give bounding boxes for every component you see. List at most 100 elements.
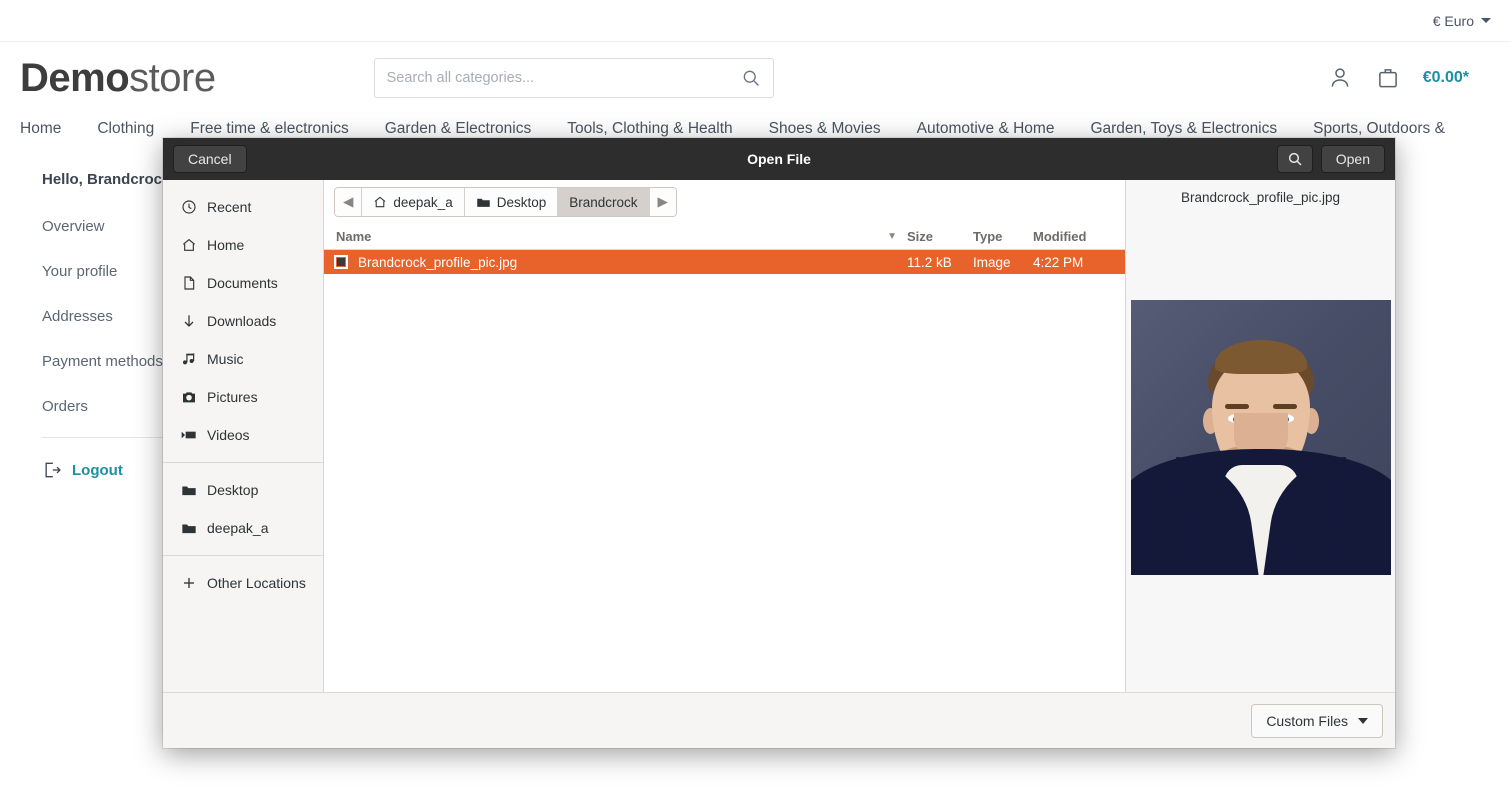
nav-item-clothing[interactable]: Clothing [97, 120, 154, 138]
nav-item-garden-electronics[interactable]: Garden & Electronics [385, 120, 531, 138]
breadcrumb-next-button[interactable]: ▶ [649, 188, 676, 216]
file-name: Brandcrock_profile_pic.jpg [358, 254, 518, 270]
search-icon[interactable] [741, 68, 761, 88]
place-label: Other Locations [207, 575, 306, 591]
column-label: Name [336, 229, 372, 244]
preview-filename: Brandcrock_profile_pic.jpg [1180, 190, 1341, 205]
dialog-footer: Custom Files [163, 692, 1395, 748]
site-logo[interactable]: Demostore [20, 56, 216, 101]
header-actions: €0.00* [1327, 65, 1491, 91]
site-header: Demostore €0.00* [0, 42, 1511, 114]
column-header-modified[interactable]: Modified [1033, 229, 1125, 244]
camera-icon [181, 389, 197, 405]
breadcrumb-label: Brandcrock [569, 194, 638, 210]
cart-total[interactable]: €0.00* [1423, 69, 1469, 87]
chevron-down-icon [1358, 717, 1368, 724]
video-icon [181, 427, 197, 443]
places-divider-1 [163, 462, 323, 463]
file-list[interactable]: Brandcrock_profile_pic.jpg 11.2 kB Image… [324, 250, 1125, 692]
file-type: Image [973, 254, 1011, 270]
image-file-icon [334, 255, 348, 269]
breadcrumb-item-brandcrock[interactable]: Brandcrock [558, 188, 650, 216]
breadcrumb: ◀ deepak_a Desktop Brandcrock ▶ [334, 187, 677, 217]
music-note-icon [181, 351, 197, 367]
preview-pane: Brandcrock_profile_pic.jpg [1125, 180, 1395, 692]
file-list-header: Name ▼ Size Type Modified [324, 224, 1125, 250]
open-file-dialog: Cancel Open File Open Recent Home Docume… [163, 138, 1395, 748]
pathbar-row: ◀ deepak_a Desktop Brandcrock ▶ [324, 180, 1125, 224]
place-item-pictures[interactable]: Pictures [163, 378, 323, 416]
dialog-title: Open File [747, 151, 811, 167]
dialog-search-button[interactable] [1276, 145, 1313, 173]
search-box[interactable] [373, 58, 774, 98]
plus-icon [181, 575, 197, 591]
nav-item-sports[interactable]: Sports, Outdoors & [1313, 120, 1445, 138]
place-label: Music [207, 351, 244, 367]
nav-item-garden-toys[interactable]: Garden, Toys & Electronics [1090, 120, 1277, 138]
nav-item-shoes[interactable]: Shoes & Movies [769, 120, 881, 138]
dialog-titlebar-actions: Open [1276, 145, 1385, 173]
place-item-videos[interactable]: Videos [163, 416, 323, 454]
place-item-other-locations[interactable]: Other Locations [163, 564, 323, 602]
place-item-documents[interactable]: Documents [163, 264, 323, 302]
breadcrumb-item-desktop[interactable]: Desktop [464, 188, 559, 216]
cart-bag-icon[interactable] [1375, 65, 1401, 91]
place-item-music[interactable]: Music [163, 340, 323, 378]
nav-item-freetime[interactable]: Free time & electronics [190, 120, 349, 138]
search-icon [1288, 152, 1302, 166]
chevron-down-icon [1481, 18, 1491, 23]
file-browser-pane: ◀ deepak_a Desktop Brandcrock ▶ Name ▼ S… [324, 180, 1125, 692]
places-divider-2 [163, 555, 323, 556]
breadcrumb-label: Desktop [496, 194, 547, 210]
file-name-cell: Brandcrock_profile_pic.jpg [324, 255, 907, 270]
column-header-type[interactable]: Type [973, 229, 1033, 244]
column-header-size[interactable]: Size [907, 229, 973, 244]
nav-item-automotive[interactable]: Automotive & Home [917, 120, 1055, 138]
breadcrumb-prev-button[interactable]: ◀ [335, 188, 363, 216]
nav-item-tools[interactable]: Tools, Clothing & Health [567, 120, 732, 138]
logout-label: Logout [72, 461, 123, 479]
column-header-name[interactable]: Name ▼ [324, 229, 907, 244]
folder-icon [181, 520, 197, 536]
dialog-body: Recent Home Documents Downloads Music Pi… [163, 180, 1395, 692]
place-label: Downloads [207, 313, 277, 329]
folder-icon [476, 198, 490, 207]
search-area [373, 58, 774, 98]
place-item-home[interactable]: Home [163, 226, 323, 264]
table-row[interactable]: Brandcrock_profile_pic.jpg 11.2 kB Image… [324, 250, 1125, 274]
account-person-icon[interactable] [1327, 65, 1353, 91]
clock-icon [181, 199, 197, 215]
main-navigation: Home Clothing Free time & electronics Ga… [0, 114, 1511, 138]
dialog-titlebar: Cancel Open File Open [163, 138, 1395, 180]
place-item-deepak-a[interactable]: deepak_a [163, 509, 323, 547]
screen: € Euro Demostore Search all categories..… [0, 0, 1511, 796]
breadcrumb-label: deepak_a [393, 194, 453, 210]
preview-image [1130, 300, 1391, 575]
logo-light: store [129, 55, 216, 100]
breadcrumb-item-deepak-a[interactable]: deepak_a [362, 188, 465, 216]
place-item-recent[interactable]: Recent [163, 188, 323, 226]
place-item-desktop[interactable]: Desktop [163, 471, 323, 509]
home-icon [181, 237, 197, 253]
file-modified: 4:22 PM [1033, 254, 1084, 270]
currency-selector[interactable]: € Euro [1433, 13, 1491, 29]
sort-descending-icon: ▼ [887, 231, 897, 242]
open-button[interactable]: Open [1320, 145, 1385, 173]
download-arrow-icon [181, 313, 197, 329]
place-label: Documents [207, 275, 278, 291]
file-type-filter-label: Custom Files [1266, 712, 1348, 729]
folder-icon [181, 482, 197, 498]
nav-item-home[interactable]: Home [20, 120, 61, 138]
place-label: Videos [207, 427, 250, 443]
place-label: Recent [207, 199, 252, 215]
place-label: Pictures [207, 389, 258, 405]
cancel-button[interactable]: Cancel [173, 145, 247, 173]
currency-label: € Euro [1432, 12, 1474, 29]
search-input[interactable] [386, 70, 741, 86]
logo-bold: Demo [20, 55, 130, 100]
home-icon [375, 196, 386, 208]
places-sidebar: Recent Home Documents Downloads Music Pi… [163, 180, 324, 692]
utility-topbar: € Euro [0, 0, 1511, 42]
file-type-filter-dropdown[interactable]: Custom Files [1251, 703, 1383, 738]
place-item-downloads[interactable]: Downloads [163, 302, 323, 340]
